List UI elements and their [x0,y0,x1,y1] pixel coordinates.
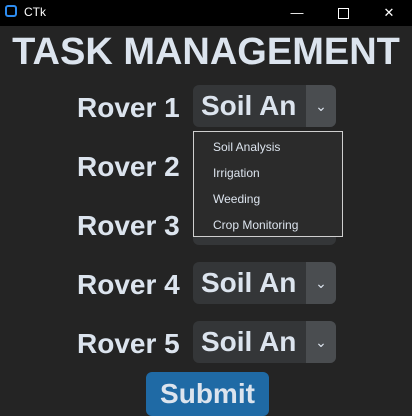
app-icon [5,5,17,17]
rover-2-label: Rover 2 [77,151,180,182]
chevron-down-icon[interactable]: ⌄ [306,321,336,363]
dropdown-option-irrigation[interactable]: Irrigation [213,166,260,180]
minimize-button[interactable]: — [274,0,320,26]
title-bar: CTk — ✕ [0,0,412,26]
dropdown-option-weeding[interactable]: Weeding [213,192,260,206]
dropdown-option-crop-monitoring[interactable]: Crop Monitoring [213,218,298,232]
rover-1-label: Rover 1 [77,92,180,123]
rover-1-selected-value: Soil An [201,90,297,121]
rover-4-task-select[interactable]: Soil An ⌄ [193,262,336,304]
rover-4-label: Rover 4 [77,269,180,300]
window-title: CTk [24,5,46,19]
rover-3-label: Rover 3 [77,210,180,241]
rover-5-task-select[interactable]: Soil An ⌄ [193,321,336,363]
rover-5-selected-value: Soil An [201,326,297,357]
submit-button[interactable]: Submit [146,372,269,416]
maximize-button[interactable] [320,0,366,26]
task-dropdown-menu: Soil Analysis Irrigation Weeding Crop Mo… [193,131,343,237]
page-title: TASK MANAGEMENT [12,31,400,73]
chevron-down-icon[interactable]: ⌄ [306,262,336,304]
maximize-icon [337,8,349,20]
close-button[interactable]: ✕ [366,0,412,26]
chevron-down-icon[interactable]: ⌄ [306,85,336,127]
rover-1-task-select[interactable]: Soil An ⌄ [193,85,336,127]
rover-4-selected-value: Soil An [201,267,297,298]
rover-5-label: Rover 5 [77,328,180,359]
dropdown-option-soil-analysis[interactable]: Soil Analysis [213,140,280,154]
